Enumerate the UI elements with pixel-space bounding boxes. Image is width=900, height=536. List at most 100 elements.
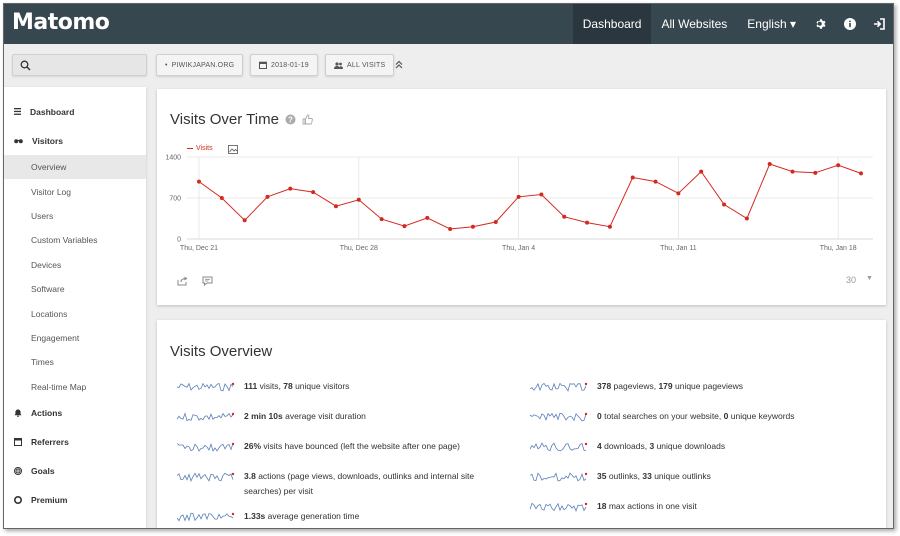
sparkline[interactable]: [530, 439, 588, 453]
sparkline[interactable]: [177, 469, 235, 483]
data-point[interactable]: [859, 171, 863, 176]
y-tick-label: 0: [177, 237, 181, 244]
matomo-logo[interactable]: Matomo: [12, 10, 110, 35]
export-icon[interactable]: [177, 276, 188, 286]
top-bar: Matomo Dashboard All Websites English ▾: [4, 4, 893, 44]
nav-dashboard[interactable]: Dashboard: [572, 4, 652, 44]
sidebar-item-software[interactable]: Software: [4, 277, 146, 301]
menu-icon: [14, 108, 21, 115]
collapse-chevron-icon[interactable]: [395, 60, 403, 69]
overview-metric-text: 18 max actions in one visit: [597, 499, 697, 514]
visits-overview-widget: Visits Overview 111 visits, 78 unique vi…: [157, 320, 886, 528]
app-window: Matomo Dashboard All Websites English ▾ …: [3, 3, 894, 529]
sidebar-item-real-time-map[interactable]: Real-time Map: [4, 375, 146, 399]
sparkline[interactable]: [530, 469, 588, 483]
visits-overview-title: Visits Overview: [170, 343, 273, 360]
sparkline[interactable]: [177, 379, 235, 393]
overview-metric[interactable]: 0 total searches on your website, 0 uniq…: [530, 409, 860, 424]
data-point[interactable]: [448, 227, 453, 232]
data-point[interactable]: [607, 224, 612, 229]
overview-metric[interactable]: 1.33s average generation time: [177, 509, 497, 524]
data-point[interactable]: [699, 169, 704, 174]
data-point[interactable]: [470, 224, 475, 229]
sidebar-item-locations[interactable]: Locations: [4, 301, 146, 325]
sidebar-actions[interactable]: Actions: [4, 399, 146, 428]
annotation-icon[interactable]: [202, 276, 213, 286]
gear-icon[interactable]: [806, 4, 835, 44]
overview-metric[interactable]: 26% visits have bounced (left the websit…: [177, 439, 497, 454]
period-limit-select[interactable]: 30: [846, 275, 856, 285]
sidebar-item-visitor-log[interactable]: Visitor Log: [4, 179, 146, 203]
segment-selector[interactable]: ALL VISITS: [325, 54, 395, 76]
search-input[interactable]: [12, 54, 147, 76]
sidebar-referrers[interactable]: Referrers: [4, 428, 146, 457]
data-point[interactable]: [813, 170, 818, 175]
sidebar-item-users[interactable]: Users: [4, 204, 146, 228]
sparkline[interactable]: [177, 409, 235, 423]
visits-line-chart[interactable]: 0 700 1400 Thu, Dec 21 Thu, Dec 28 Thu, Jan 4…: [157, 89, 886, 259]
y-tick-label: 1400: [165, 155, 181, 162]
data-point[interactable]: [630, 175, 635, 180]
data-point[interactable]: [539, 192, 544, 197]
data-point[interactable]: [402, 224, 407, 229]
sign-out-icon[interactable]: [864, 4, 893, 44]
metric-value: 78: [283, 381, 293, 391]
nav-all-websites[interactable]: All Websites: [651, 4, 737, 44]
overview-metric[interactable]: 2 min 10s average visit duration: [177, 409, 497, 424]
data-point[interactable]: [722, 202, 727, 207]
sidebar-item-engagement[interactable]: Engagement: [4, 326, 146, 350]
sparkline[interactable]: [177, 439, 235, 453]
date-selector[interactable]: 2018-01-19: [250, 54, 318, 76]
overview-metric[interactable]: 3.8 actions (page views, downloads, outl…: [177, 469, 497, 499]
data-point[interactable]: [333, 204, 338, 209]
data-point[interactable]: [197, 179, 201, 184]
search-icon: [20, 60, 31, 71]
data-point[interactable]: [311, 190, 316, 195]
sparkline[interactable]: [530, 409, 588, 423]
sidebar-item-devices[interactable]: Devices: [4, 253, 146, 277]
data-point[interactable]: [836, 163, 841, 168]
data-point[interactable]: [562, 214, 567, 219]
data-point[interactable]: [676, 191, 681, 196]
bell-icon: [14, 409, 22, 418]
overview-metric[interactable]: 18 max actions in one visit: [530, 499, 860, 514]
data-point[interactable]: [356, 197, 361, 202]
overview-metric[interactable]: 378 pageviews, 179 unique pageviews: [530, 379, 860, 394]
x-tick-label: Thu, Jan 4: [502, 245, 535, 252]
data-point[interactable]: [219, 196, 224, 200]
site-selector[interactable]: • PIWIKJAPAN.ORG: [156, 54, 244, 76]
help-icon[interactable]: [835, 4, 864, 44]
sidebar-goals[interactable]: Goals: [4, 457, 146, 486]
sidebar-item-times[interactable]: Times: [4, 350, 146, 374]
language-selector[interactable]: English ▾: [737, 4, 806, 44]
sidebar-visitors[interactable]: Visitors: [4, 126, 146, 155]
data-point[interactable]: [493, 220, 498, 225]
data-point[interactable]: [288, 186, 293, 191]
sidebar-visitors-label: Visitors: [32, 135, 64, 146]
overview-metric[interactable]: 4 downloads, 3 unique downloads: [530, 439, 860, 454]
sidebar-premium[interactable]: Premium: [4, 486, 146, 515]
data-point[interactable]: [653, 179, 658, 184]
metric-label: max actions in one visit: [606, 501, 697, 511]
overview-metric[interactable]: 111 visits, 78 unique visitors: [177, 379, 497, 394]
sidebar-actions-label: Actions: [31, 408, 63, 419]
overview-metric[interactable]: 35 outlinks, 33 unique outlinks: [530, 469, 860, 484]
data-point[interactable]: [379, 217, 384, 222]
sparkline[interactable]: [530, 499, 588, 513]
data-point[interactable]: [585, 220, 590, 225]
data-point[interactable]: [790, 169, 795, 174]
chevron-down-icon[interactable]: ▼: [866, 275, 873, 282]
sidebar-item-custom-variables[interactable]: Custom Variables: [4, 228, 146, 252]
overview-metric-text: 2 min 10s average visit duration: [244, 409, 366, 424]
data-point[interactable]: [767, 162, 772, 167]
sidebar-dashboard-label: Dashboard: [30, 106, 75, 117]
data-point[interactable]: [516, 194, 521, 199]
sidebar-dashboard[interactable]: Dashboard: [4, 97, 146, 126]
sidebar-item-overview[interactable]: Overview: [4, 155, 146, 180]
data-point[interactable]: [242, 218, 247, 223]
data-point[interactable]: [425, 215, 430, 220]
data-point[interactable]: [744, 216, 749, 221]
data-point[interactable]: [265, 194, 270, 199]
sparkline[interactable]: [177, 509, 235, 523]
sparkline[interactable]: [530, 379, 588, 393]
